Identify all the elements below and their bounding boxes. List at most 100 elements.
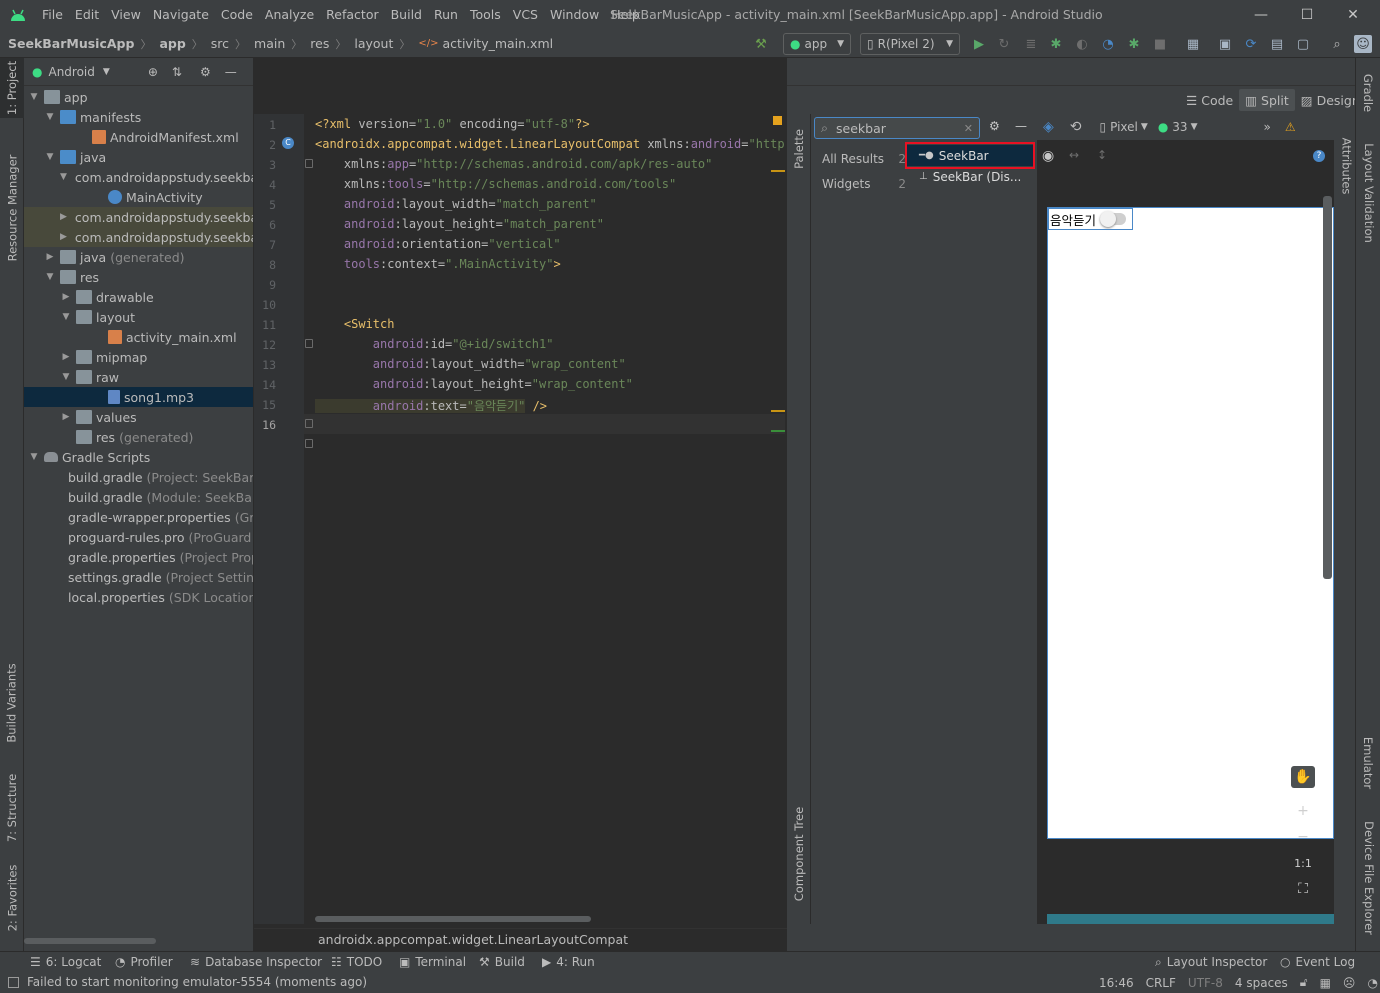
tool-tab-build-variants[interactable]: Build Variants <box>0 653 24 753</box>
tree-item[interactable]: ▶ com.androidappstudy.seekba <box>24 227 253 247</box>
code-line[interactable]: android:id="@+id/switch1" <box>315 337 554 351</box>
tree-item[interactable]: ▼ app <box>24 87 253 107</box>
horizontal-resize-icon[interactable]: ↔ <box>1069 148 1079 162</box>
tree-item[interactable]: ▼ Gradle Scripts <box>24 447 253 467</box>
zoom-in-icon[interactable]: + <box>1291 800 1315 822</box>
chevron-right-icon[interactable]: ▶ <box>44 252 56 262</box>
coverage-icon[interactable]: ◐ <box>1073 35 1091 53</box>
bottom-tool-tab[interactable]: ⚒ Build <box>479 952 525 972</box>
design-device-label[interactable]: Pixel <box>1110 120 1138 134</box>
chevron-down-icon[interactable]: ▼ <box>28 92 40 102</box>
horizontal-scrollbar[interactable] <box>24 938 156 944</box>
indent-setting[interactable]: 4 spaces <box>1235 976 1288 990</box>
menu-item[interactable]: Edit <box>69 0 105 30</box>
breadcrumb-item[interactable]: </> activity_main.xml <box>410 36 553 51</box>
project-view-mode[interactable]: Android <box>48 65 94 79</box>
code-line[interactable]: xmlns:tools="http://schemas.android.com/… <box>315 177 676 191</box>
preview-switch[interactable]: 음악듣기 <box>1048 208 1133 230</box>
chevron-right-icon[interactable]: ▶ <box>60 212 67 222</box>
avd-manager-icon[interactable]: ⟳ <box>1242 35 1260 53</box>
tree-item[interactable]: ▼ res <box>24 267 253 287</box>
inspector-icon[interactable]: ☹ <box>1343 976 1356 990</box>
fold-marker-icon[interactable] <box>305 159 313 168</box>
status-toggle-icon[interactable] <box>8 976 19 988</box>
search-icon[interactable]: ⌕ <box>1328 35 1346 53</box>
chevron-down-icon[interactable]: ▼ <box>44 272 56 282</box>
lock-icon[interactable]: 🔓︎ <box>1300 975 1308 990</box>
zoom-out-icon[interactable]: − <box>1291 826 1315 848</box>
code-line[interactable]: <?xml version="1.0" encoding="utf-8"?> <box>315 117 590 131</box>
code-line[interactable]: android:layout_height="match_parent" <box>315 217 604 231</box>
bottom-tool-tab[interactable]: ⌕ Layout Inspector <box>1155 952 1267 972</box>
tree-item[interactable]: ▶ values <box>24 407 253 427</box>
code-line[interactable]: <androidx.appcompat.widget.LinearLayoutC… <box>315 137 799 151</box>
status-message-area[interactable]: Failed to start monitoring emulator-5554… <box>8 975 367 989</box>
chevron-right-icon[interactable]: ▶ <box>60 412 72 422</box>
tree-item[interactable]: ▼ manifests <box>24 107 253 127</box>
close-icon[interactable]: ✕ <box>1330 0 1376 30</box>
breadcrumb-item[interactable]: main 〉 <box>246 36 302 52</box>
bottom-tool-tab[interactable]: ○ Event Log <box>1280 952 1355 972</box>
tool-tab-project[interactable]: 1: Project <box>0 58 24 118</box>
menu-item[interactable]: Build <box>385 0 428 30</box>
tree-item[interactable]: gradle.properties(Project Proper <box>24 547 253 567</box>
error-stripe-mark[interactable] <box>771 410 785 412</box>
xml-breadcrumb[interactable]: androidx.appcompat.widget.LinearLayoutCo… <box>254 928 787 950</box>
chevron-down-icon[interactable]: ▼ <box>28 452 40 462</box>
warning-marker-icon[interactable] <box>773 116 782 125</box>
code-line[interactable]: xmlns:app="http://schemas.android.com/ap… <box>315 157 713 171</box>
more-icon[interactable]: » <box>1264 120 1271 134</box>
gear-icon[interactable]: ⚙ <box>200 65 211 79</box>
code-line[interactable]: android:orientation="vertical" <box>315 237 561 251</box>
code-line[interactable]: android:layout_height="wrap_content" <box>315 377 633 391</box>
code-line[interactable]: <Switch <box>315 317 395 331</box>
tree-item[interactable]: res (generated) <box>24 427 253 447</box>
hide-panel-icon[interactable]: — <box>1015 119 1027 133</box>
menu-item[interactable]: Window <box>544 0 605 30</box>
chevron-down-icon[interactable]: ▼ <box>1191 122 1198 132</box>
tree-item[interactable]: song1.mp3 <box>24 387 253 407</box>
vertical-resize-icon[interactable]: ↕ <box>1097 148 1107 162</box>
fold-marker-icon[interactable] <box>305 439 313 448</box>
eye-icon[interactable]: ◉ <box>1042 148 1054 164</box>
chevron-down-icon[interactable]: ▼ <box>60 372 72 382</box>
breadcrumb-item[interactable]: res 〉 <box>302 36 346 52</box>
device-select[interactable]: ▯ R(Pixel 2) ▼ <box>860 33 960 55</box>
stop-icon[interactable]: ■ <box>1151 35 1169 53</box>
code-line[interactable]: tools:context=".MainActivity"> <box>315 257 561 271</box>
horizontal-scrollbar[interactable] <box>315 916 591 922</box>
collapse-all-icon[interactable]: ⇅ <box>172 65 182 79</box>
menu-item[interactable]: Code <box>215 0 259 30</box>
layout-preview[interactable]: 음악듣기 <box>1047 207 1334 839</box>
clear-search-icon[interactable]: ✕ <box>964 122 973 135</box>
tree-item[interactable]: ▼ layout <box>24 307 253 327</box>
run-icon[interactable]: ▶ <box>970 35 988 53</box>
fold-marker-icon[interactable] <box>305 339 313 348</box>
menu-item[interactable]: Tools <box>464 0 507 30</box>
run-config-select[interactable]: ● app ▼ <box>783 33 851 55</box>
tool-tab-gradle[interactable]: Gradle <box>1356 58 1380 128</box>
chevron-down-icon[interactable]: ▼ <box>60 312 72 322</box>
api-level-label[interactable]: 33 <box>1172 120 1187 134</box>
chevron-down-icon[interactable]: ▼ <box>44 112 56 122</box>
hide-panel-icon[interactable]: — <box>225 65 237 79</box>
component-tree-tab[interactable]: Component Tree <box>787 794 811 914</box>
fold-marker-icon[interactable] <box>305 419 313 428</box>
menu-item[interactable]: VCS <box>507 0 544 30</box>
tree-item[interactable]: ▼ java <box>24 147 253 167</box>
chevron-right-icon[interactable]: ▶ <box>60 352 72 362</box>
hammer-build-icon[interactable]: ⚒ <box>752 35 770 53</box>
breadcrumb-item[interactable]: app 〉 <box>151 36 202 52</box>
apply-changes-icon[interactable]: ≣ <box>1022 35 1040 53</box>
maximize-icon[interactable]: ☐ <box>1284 0 1330 30</box>
tree-item[interactable]: gradle-wrapper.properties(Gradl <box>24 507 253 527</box>
orientation-icon[interactable]: ⟲ <box>1070 119 1082 135</box>
profile-icon[interactable]: ◔ <box>1099 35 1117 53</box>
line-separator[interactable]: CRLF <box>1146 976 1176 990</box>
tool-tab-resource-manager[interactable]: Resource Manager <box>0 153 24 263</box>
project-structure-icon[interactable]: ▦ <box>1184 35 1202 53</box>
device-manager-icon[interactable]: ▢ <box>1294 35 1312 53</box>
breadcrumb-item[interactable]: layout 〉 <box>346 36 410 52</box>
memory-indicator-icon[interactable]: ▦ <box>1320 976 1331 990</box>
bottom-tool-tab[interactable]: ☷ TODO <box>331 952 382 972</box>
